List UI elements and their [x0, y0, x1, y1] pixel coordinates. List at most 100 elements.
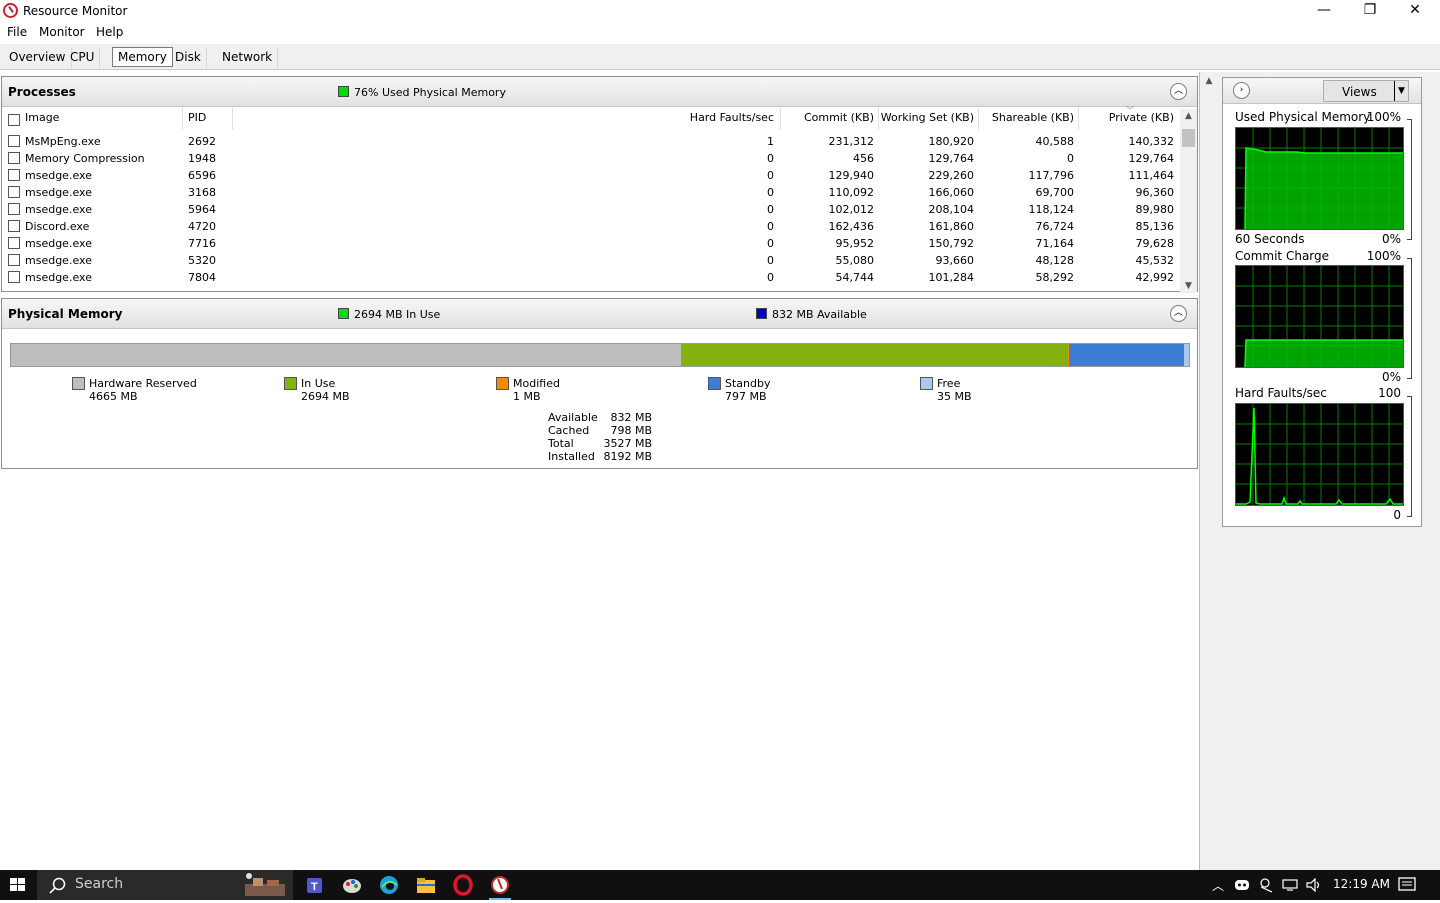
in-use-swatch — [338, 308, 349, 319]
process-row[interactable]: Memory Compression 1948 0 456 129,764 0 129,76… — [2, 150, 1182, 167]
scroll-down-icon[interactable]: ▼ — [1180, 281, 1197, 291]
process-row[interactable]: msedge.exe 6596 0 129,940 229,260 117,796 111,… — [2, 167, 1182, 184]
edge-icon[interactable] — [378, 874, 400, 896]
pid-cell: 2692 — [188, 135, 216, 148]
start-button[interactable] — [0, 870, 36, 900]
resource-monitor-taskbar-icon[interactable] — [489, 874, 511, 900]
col-commit[interactable]: Commit (KB) — [782, 111, 874, 129]
summary-value: 798 MB — [610, 424, 652, 437]
taskbar-search[interactable]: Search — [37, 870, 293, 900]
collapse-processes-button[interactable]: ︿ — [1170, 83, 1187, 100]
scroll-up-icon[interactable]: ▲ — [1180, 111, 1197, 121]
select-all-checkbox[interactable] — [8, 114, 20, 126]
minimize-button[interactable]: — — [1301, 0, 1347, 22]
process-row[interactable]: msedge.exe 7716 0 95,952 150,792 71,164 79,628 — [2, 235, 1182, 252]
col-hard-faults[interactable]: Hard Faults/sec — [642, 111, 774, 129]
notifications-icon[interactable] — [1398, 877, 1416, 893]
process-row[interactable]: msedge.exe 3168 0 110,092 166,060 69,700 96,36… — [2, 184, 1182, 201]
col-shareable[interactable]: Shareable (KB) — [980, 111, 1074, 129]
collapse-physical-memory-button[interactable]: ︿ — [1170, 305, 1187, 322]
show-hidden-icons-icon[interactable]: ︿ — [1212, 877, 1224, 894]
volume-icon[interactable] — [1305, 878, 1323, 892]
process-checkbox[interactable] — [8, 169, 20, 181]
opera-icon[interactable] — [452, 874, 474, 896]
search-icon — [49, 877, 66, 894]
shareable-cell: 71,164 — [1035, 237, 1075, 250]
memory-usage-bar — [10, 343, 1190, 367]
tab-network[interactable]: Network — [217, 48, 279, 68]
menu-help[interactable]: Help — [96, 25, 123, 39]
file-explorer-icon[interactable] — [415, 874, 437, 896]
hard-faults-cell: 0 — [767, 271, 774, 284]
processes-header[interactable]: Processes 76% Used Physical Memory ︿ — [2, 77, 1197, 107]
col-working-set[interactable]: Working Set (KB) — [880, 111, 974, 129]
working-set-cell: 208,104 — [928, 203, 975, 216]
close-button[interactable]: ✕ — [1392, 0, 1438, 22]
collapse-graph-pane-button[interactable]: › — [1233, 82, 1250, 99]
col-image[interactable]: Image — [25, 111, 59, 129]
views-dropdown-icon[interactable]: ▼ — [1394, 81, 1408, 101]
summary-value: 8192 MB — [603, 450, 652, 463]
processes-scrollbar[interactable]: ▲ ▼ — [1180, 109, 1197, 293]
col-pid[interactable]: PID — [188, 111, 206, 129]
process-row[interactable]: MsMpEng.exe 2692 1 231,312 180,920 40,588 140,… — [2, 133, 1182, 150]
maximize-button[interactable]: ❐ — [1347, 0, 1393, 22]
discord-icon[interactable] — [1234, 878, 1250, 892]
clock[interactable]: 12:19 AM — [1333, 877, 1390, 891]
menu-file[interactable]: File — [7, 25, 27, 39]
paint-icon[interactable] — [341, 874, 363, 896]
process-checkbox[interactable] — [8, 152, 20, 164]
process-row[interactable]: Discord.exe 4720 0 162,436 161,860 76,724 85,1… — [2, 218, 1182, 235]
physical-memory-title: Physical Memory — [8, 307, 123, 321]
private-cell: 42,992 — [1135, 271, 1175, 284]
private-cell: 89,980 — [1135, 203, 1175, 216]
hard-faults-graph — [1235, 403, 1404, 506]
processes-title: Processes — [8, 85, 76, 99]
right-pane-scrollbar[interactable]: ▲ — [1201, 72, 1217, 870]
legend-value: 797 MB — [725, 390, 767, 403]
pid-cell: 7716 — [188, 237, 216, 250]
legend-label: Standby — [725, 377, 771, 390]
private-cell: 111,464 — [1128, 169, 1175, 182]
image-cell: msedge.exe — [25, 271, 92, 284]
network-icon[interactable] — [1281, 878, 1299, 892]
tab-memory[interactable]: Memory — [112, 47, 173, 67]
private-cell: 129,764 — [1128, 152, 1175, 165]
process-checkbox[interactable] — [8, 237, 20, 249]
commit-cell: 129,940 — [828, 169, 875, 182]
summary-label: Available — [548, 411, 598, 424]
sort-indicator-icon: ﹀ — [1126, 106, 1134, 115]
legend-value: 4665 MB — [89, 390, 138, 403]
process-checkbox[interactable] — [8, 186, 20, 198]
process-row[interactable]: msedge.exe 5964 0 102,012 208,104 118,124 89,9… — [2, 201, 1182, 218]
process-checkbox[interactable] — [8, 220, 20, 232]
teams-icon[interactable]: T — [304, 874, 326, 896]
paint-tray-icon[interactable] — [1258, 877, 1274, 893]
menu-monitor[interactable]: Monitor — [39, 25, 85, 39]
private-cell: 45,532 — [1135, 254, 1175, 267]
scroll-up-icon[interactable]: ▲ — [1201, 76, 1217, 86]
image-cell: msedge.exe — [25, 169, 92, 182]
scroll-thumb[interactable] — [1182, 129, 1195, 147]
process-checkbox[interactable] — [8, 135, 20, 147]
windows-logo-icon — [10, 878, 25, 891]
window-title: Resource Monitor — [23, 4, 128, 18]
process-checkbox[interactable] — [8, 271, 20, 283]
shareable-cell: 0 — [1067, 152, 1074, 165]
hard-faults-cell: 1 — [767, 135, 774, 148]
graph-time-span: 60 Seconds — [1235, 232, 1305, 246]
process-row[interactable]: msedge.exe 7804 0 54,744 101,284 58,292 42,992 — [2, 269, 1182, 286]
views-button[interactable]: Views ▼ — [1323, 80, 1409, 102]
shareable-cell: 76,724 — [1035, 220, 1075, 233]
tab-overview[interactable]: Overview — [4, 48, 72, 68]
process-checkbox[interactable] — [8, 203, 20, 215]
process-row[interactable]: msedge.exe 5320 0 55,080 93,660 48,128 45,532 — [2, 252, 1182, 269]
pid-cell: 5320 — [188, 254, 216, 267]
pid-cell: 7804 — [188, 271, 216, 284]
private-cell: 79,628 — [1135, 237, 1175, 250]
physical-memory-header[interactable]: Physical Memory 2694 MB In Use 832 MB Av… — [2, 299, 1197, 329]
process-checkbox[interactable] — [8, 254, 20, 266]
tab-cpu[interactable]: CPU — [65, 48, 101, 68]
tab-disk[interactable]: Disk — [170, 48, 207, 68]
commit-cell: 456 — [853, 152, 874, 165]
